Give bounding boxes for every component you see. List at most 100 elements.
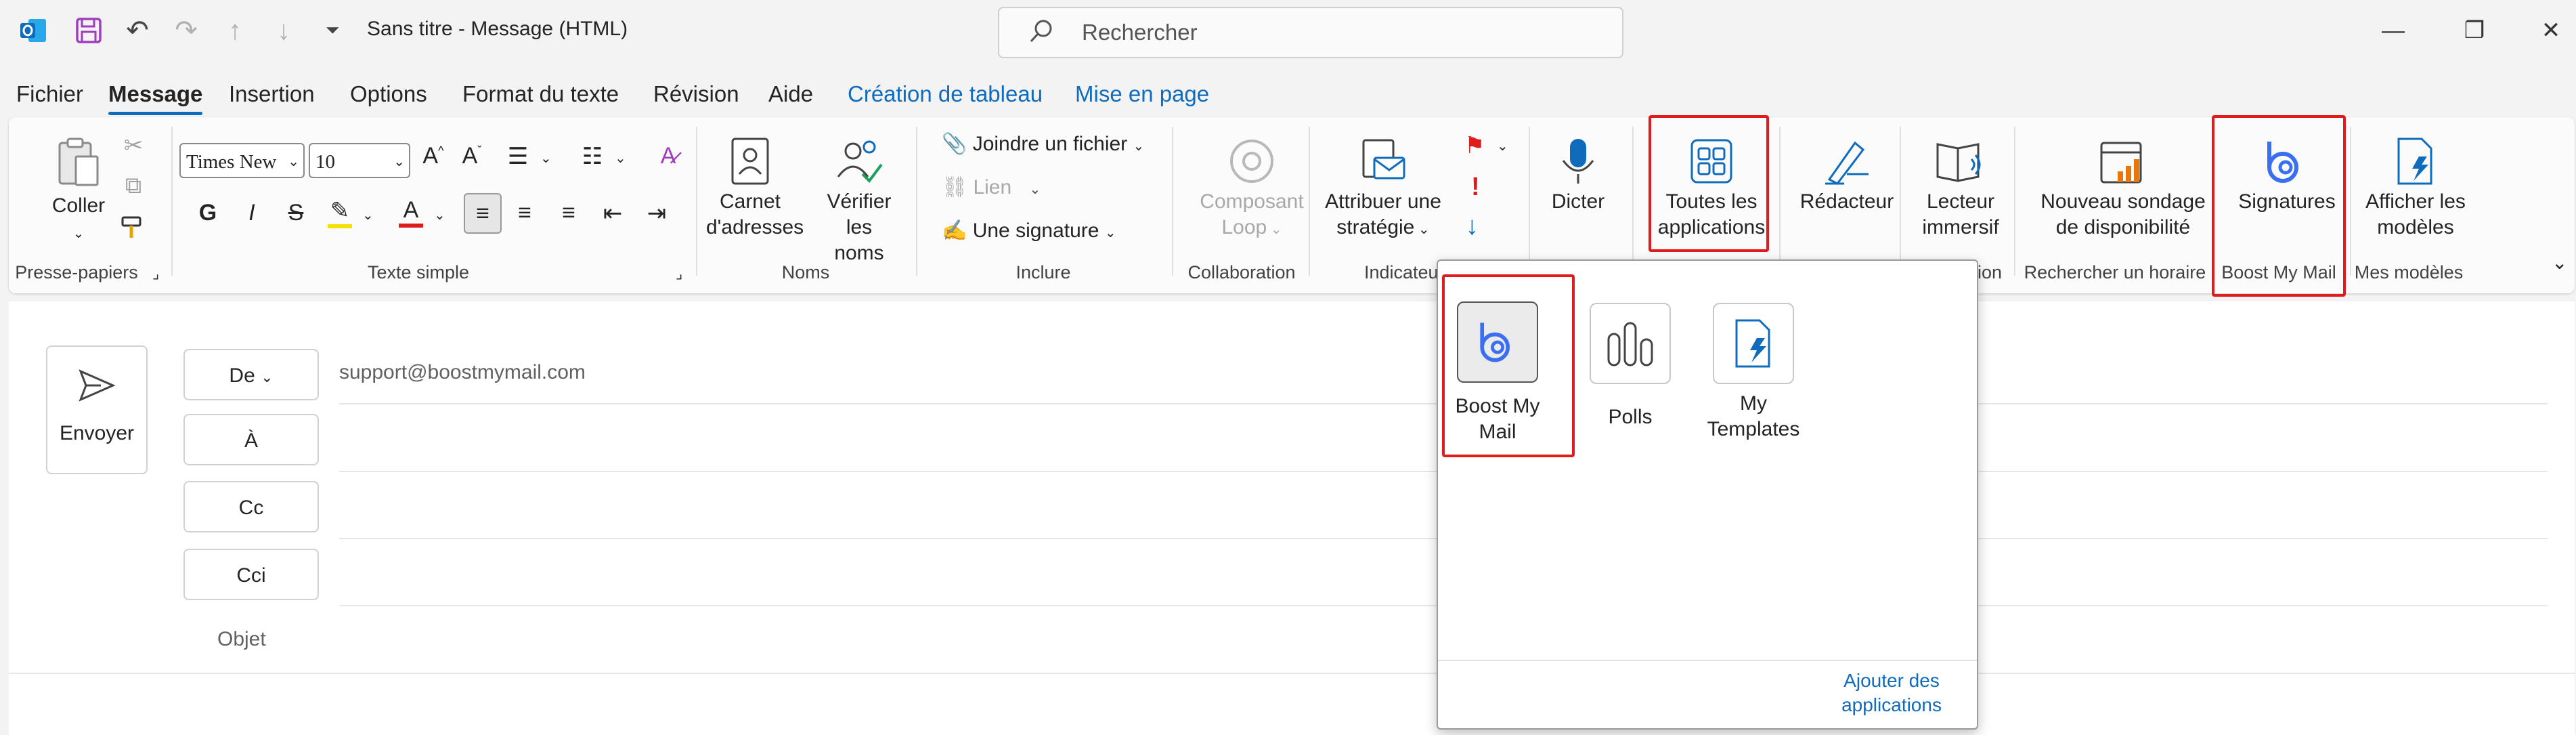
cut-icon[interactable]: ✂ [117,132,150,159]
font-size-combo[interactable]: 10 ⌄ [309,143,410,178]
next-item-icon[interactable]: ↓ [268,15,299,46]
outlook-logo-icon [18,15,49,46]
chevron-down-icon[interactable]: ⌄ [362,207,374,224]
search-placeholder: Rechercher [1082,20,1198,45]
tab-mise-en-page[interactable]: Mise en page [1075,81,1209,107]
app-tile-my-templates[interactable] [1713,303,1794,384]
to-button[interactable]: À [183,414,319,465]
close-button[interactable]: ✕ [2531,14,2571,47]
templates-label-1: Afficher les [2365,190,2466,213]
shrink-font-icon[interactable]: Aˇ [456,143,488,169]
tab-creation-de-tableau[interactable]: Création de tableau [848,81,1043,107]
strikethrough-button[interactable]: S [280,200,312,226]
all-apps-flyout: Boost My Mail Polls My Templates Ajouter d… [1437,259,1978,730]
bcc-button[interactable]: Cci [183,549,319,600]
cc-button[interactable]: Cc [183,481,319,532]
tab-options[interactable]: Options [350,81,427,107]
increase-indent-icon[interactable]: ⇥ [640,200,673,227]
tab-insertion[interactable]: Insertion [229,81,315,107]
chevron-down-icon: ⌄ [1133,139,1145,154]
grow-font-icon[interactable]: A^ [417,143,450,169]
previous-item-icon[interactable]: ↑ [219,15,250,46]
immersive-reader-icon [1936,143,1981,182]
chevron-down-icon[interactable]: ⌄ [615,150,626,167]
low-importance-icon[interactable]: ↓ [1466,212,1479,241]
clear-formatting-icon[interactable]: A̷ [652,143,684,169]
address-book-icon [731,138,769,185]
signature-icon: ✍ [942,219,967,242]
chevron-down-icon: ⌄ [72,226,85,241]
bcc-field[interactable] [339,549,1422,600]
attach-file-button[interactable]: 📎 Joindre un fichier ⌄ [942,132,1144,156]
font-color-icon[interactable]: A [395,197,427,228]
dialog-launcher-icon[interactable]: ⌟ [676,265,682,282]
tab-message[interactable]: Message [108,81,203,115]
decrease-indent-icon[interactable]: ⇤ [596,200,629,227]
chevron-down-icon[interactable]: ⌄ [540,150,552,167]
app-tile-polls[interactable] [1590,303,1671,384]
to-field[interactable] [339,414,1422,465]
title-bar: ↶ ↷ ↑ ↓ ⏷ Sans titre - Message (HTML) Re… [0,0,2576,64]
highlight-icon[interactable]: ✎ [324,197,356,228]
from-button[interactable]: De ⌄ [183,349,319,400]
ribbon-expand-chevron-icon[interactable]: ⌄ [2552,251,2567,274]
customize-toolbar-icon[interactable]: ⏷ [317,15,348,46]
tab-fichier[interactable]: Fichier [16,81,83,107]
minimize-button[interactable]: — [2373,14,2414,47]
editor-pen-icon [1825,141,1869,185]
send-button[interactable]: Envoyer [46,345,148,474]
high-importance-icon[interactable]: ! [1471,173,1480,202]
restore-button[interactable]: ❐ [2454,14,2495,47]
tab-revision[interactable]: Révision [653,81,739,107]
align-left-icon[interactable]: ≡ [464,193,502,234]
loop-component-button[interactable]: Composant Loop ⌄ [1184,136,1319,243]
group-label-collaboration: Collaboration [1187,262,1296,282]
save-icon[interactable] [73,15,104,46]
check-names-button[interactable]: Vérifier les noms [818,136,900,266]
search-input[interactable]: Rechercher [998,7,1623,58]
subject-field[interactable] [339,614,1422,666]
font-family-value: Times New Roman [186,151,281,173]
address-book-button[interactable]: Carnet d'adresses [706,136,804,240]
from-address: support@boostmymail.com [339,361,586,383]
italic-button[interactable]: I [236,200,268,226]
chevron-down-icon[interactable]: ⌄ [434,207,445,224]
link-icon: ⛓ [942,176,968,198]
tab-format-du-texte[interactable]: Format du texte [462,81,619,107]
immersive-reader-button[interactable]: Lecteur immersif [1910,136,2011,240]
from-label: De [229,364,255,387]
editor-button[interactable]: Rédacteur [1789,136,1904,215]
templates-doc-icon [1735,319,1770,368]
group-label-include: Inclure [1016,262,1071,282]
format-painter-icon[interactable] [117,213,150,247]
align-right-icon[interactable]: ≡ [552,200,585,226]
copy-icon[interactable]: ⧉ [117,173,150,199]
redo-icon[interactable]: ↷ [171,15,202,46]
font-family-combo[interactable]: Times New Roman ⌄ [179,143,305,178]
paste-button[interactable]: Coller ⌄ [36,136,121,247]
assign-policy-button[interactable]: Attribuer une stratégie ⌄ [1322,136,1444,243]
check-names-icon [837,140,883,184]
policy-label-1: Attribuer une [1325,190,1441,213]
chevron-down-icon: ⌄ [393,154,405,169]
view-templates-button[interactable]: Afficher les modèles [2351,136,2480,240]
align-center-icon[interactable]: ≡ [508,200,541,226]
address-book-label-1: Carnet [719,190,781,213]
dialog-launcher-icon[interactable]: ⌟ [152,265,159,282]
loop-label-2: Loop [1221,216,1267,238]
bullets-icon[interactable]: ☰ [502,143,534,170]
numbering-icon[interactable]: ☷ [576,143,609,170]
tab-aide[interactable]: Aide [768,81,813,107]
bold-button[interactable]: G [192,200,224,226]
chevron-down-icon[interactable]: ⌄ [1497,138,1508,154]
add-apps-link[interactable]: Ajouter des applications [1817,669,1966,717]
cc-field[interactable] [339,481,1422,532]
flag-icon[interactable]: ⚑ [1464,132,1485,159]
link-button[interactable]: ⛓ Lien ⌄ [942,175,1041,199]
scheduling-poll-button[interactable]: Nouveau sondage de disponibilité [2025,136,2221,240]
immersive-label-2: immersif [1922,216,1999,238]
signature-button[interactable]: ✍ Une signature ⌄ [942,219,1116,243]
dictate-button[interactable]: Dicter [1541,136,1615,215]
undo-icon[interactable]: ↶ [122,15,153,46]
window-title: Sans titre - Message (HTML) [367,18,628,40]
